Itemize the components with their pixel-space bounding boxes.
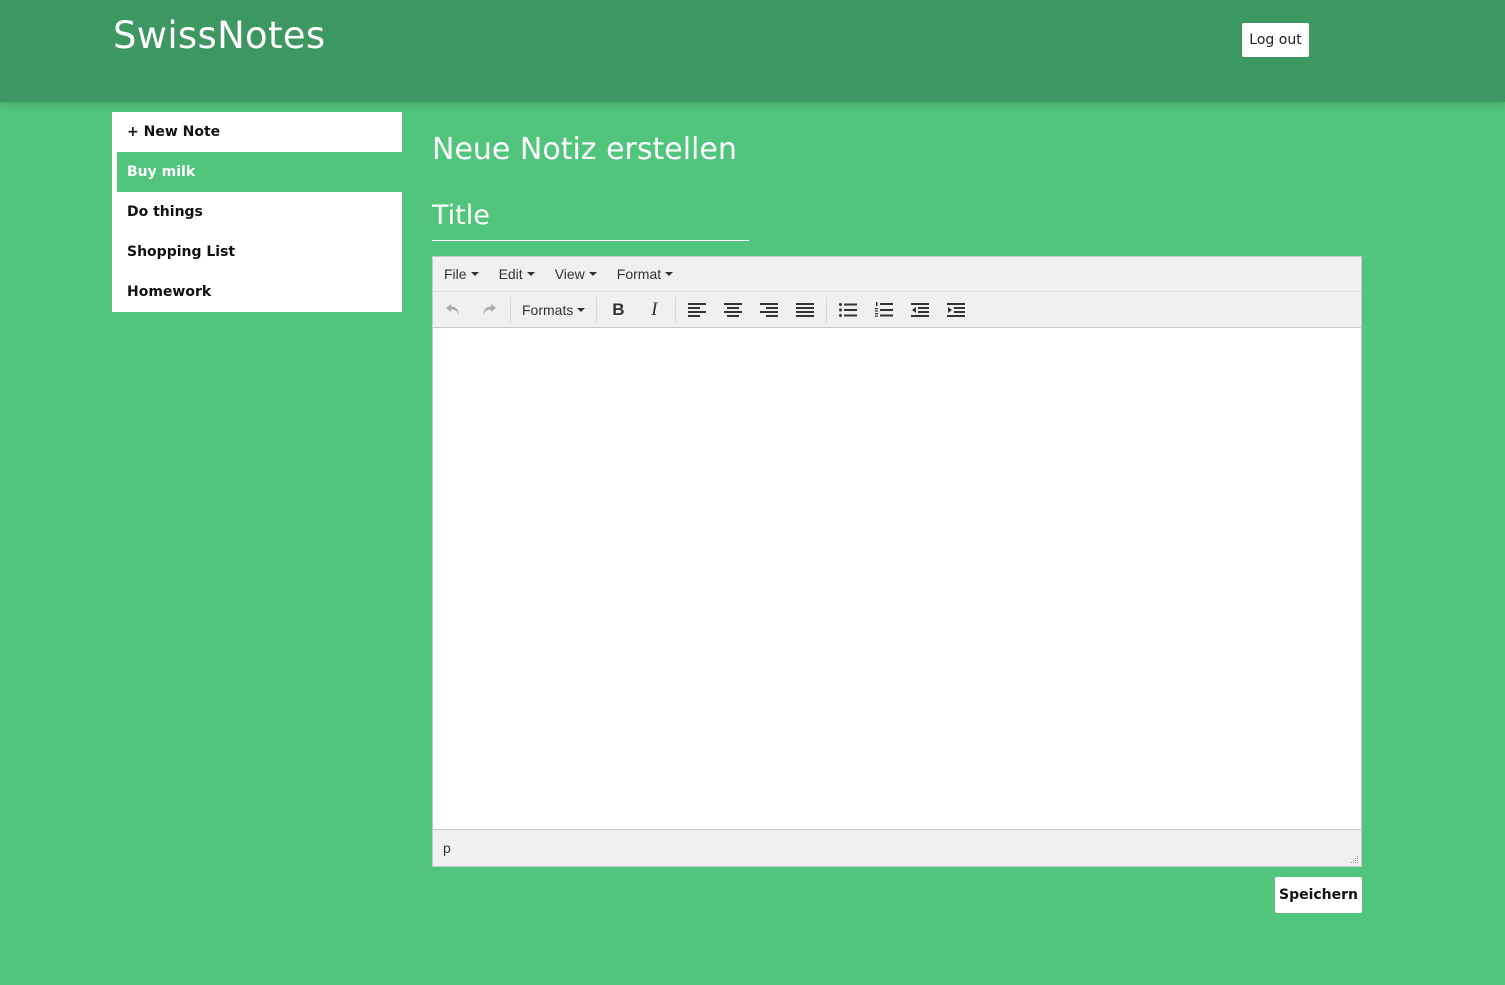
menu-format-label: Format <box>616 266 662 282</box>
align-justify-button[interactable] <box>787 295 823 325</box>
save-button[interactable]: Speichern <box>1275 877 1362 913</box>
menu-view-label: View <box>554 266 585 282</box>
menu-edit[interactable]: Edit <box>491 266 543 282</box>
align-right-icon <box>760 302 779 317</box>
editor-menubar: File Edit View Format <box>433 257 1361 292</box>
new-note-button[interactable]: + New Note <box>112 112 402 152</box>
sidebar-item-homework[interactable]: Homework <box>112 272 402 312</box>
menu-file[interactable]: File <box>436 266 487 282</box>
indent-button[interactable] <box>938 295 974 325</box>
formats-label: Formats <box>522 301 574 318</box>
bold-button[interactable]: B <box>600 295 636 325</box>
sidebar-item-shopping-list[interactable]: Shopping List <box>112 232 402 272</box>
logout-button[interactable]: Log out <box>1242 23 1309 57</box>
toolbar-divider <box>675 296 677 323</box>
chevron-down-icon <box>588 272 597 276</box>
undo-button[interactable] <box>435 295 471 325</box>
redo-icon <box>483 303 496 315</box>
menu-file-label: File <box>444 266 467 282</box>
notes-sidebar: + New Note Buy milk Do things Shopping L… <box>112 112 402 312</box>
toolbar-divider <box>826 296 828 323</box>
chevron-down-icon <box>526 272 535 276</box>
italic-icon: I <box>651 298 658 320</box>
numbered-list-button[interactable] <box>866 295 902 325</box>
bullet-list-icon <box>839 302 858 317</box>
app-header: SwissNotes Log out <box>0 0 1505 102</box>
chevron-down-icon <box>665 272 674 276</box>
undo-icon <box>446 303 459 315</box>
align-left-icon <box>688 302 707 317</box>
chevron-down-icon <box>577 307 586 312</box>
italic-button[interactable]: I <box>636 295 672 325</box>
note-editor-panel: Neue Notiz erstellen File Edit View Form… <box>432 130 1362 913</box>
redo-button[interactable] <box>471 295 507 325</box>
align-center-button[interactable] <box>715 295 751 325</box>
menu-view[interactable]: View <box>547 266 605 282</box>
sidebar-item-do-things[interactable]: Do things <box>112 192 402 232</box>
editor-statusbar: p <box>433 829 1361 866</box>
editor-toolbar: Formats B I <box>433 292 1361 328</box>
outdent-button[interactable] <box>902 295 938 325</box>
numbered-list-icon <box>875 302 894 317</box>
note-title-input[interactable] <box>432 190 749 241</box>
bold-icon: B <box>612 299 625 319</box>
element-path[interactable]: p <box>443 840 451 856</box>
rich-text-editor: File Edit View Format Formats B I p <box>432 256 1362 867</box>
indent-icon <box>947 302 966 317</box>
bullet-list-button[interactable] <box>830 295 866 325</box>
menu-edit-label: Edit <box>498 266 523 282</box>
align-right-button[interactable] <box>751 295 787 325</box>
resize-handle-icon[interactable] <box>1349 854 1359 864</box>
toolbar-divider <box>510 296 511 323</box>
app-logo[interactable]: SwissNotes <box>113 14 325 57</box>
outdent-icon <box>911 302 930 317</box>
toolbar-divider <box>596 296 598 323</box>
align-center-icon <box>724 302 743 317</box>
chevron-down-icon <box>470 272 479 276</box>
menu-format[interactable]: Format <box>609 266 681 282</box>
align-left-button[interactable] <box>679 295 715 325</box>
page-title: Neue Notiz erstellen <box>432 132 737 167</box>
formats-dropdown[interactable]: Formats <box>514 295 593 325</box>
align-justify-icon <box>796 302 815 317</box>
sidebar-item-buy-milk[interactable]: Buy milk <box>117 152 402 192</box>
editor-content-area[interactable] <box>433 328 1361 828</box>
